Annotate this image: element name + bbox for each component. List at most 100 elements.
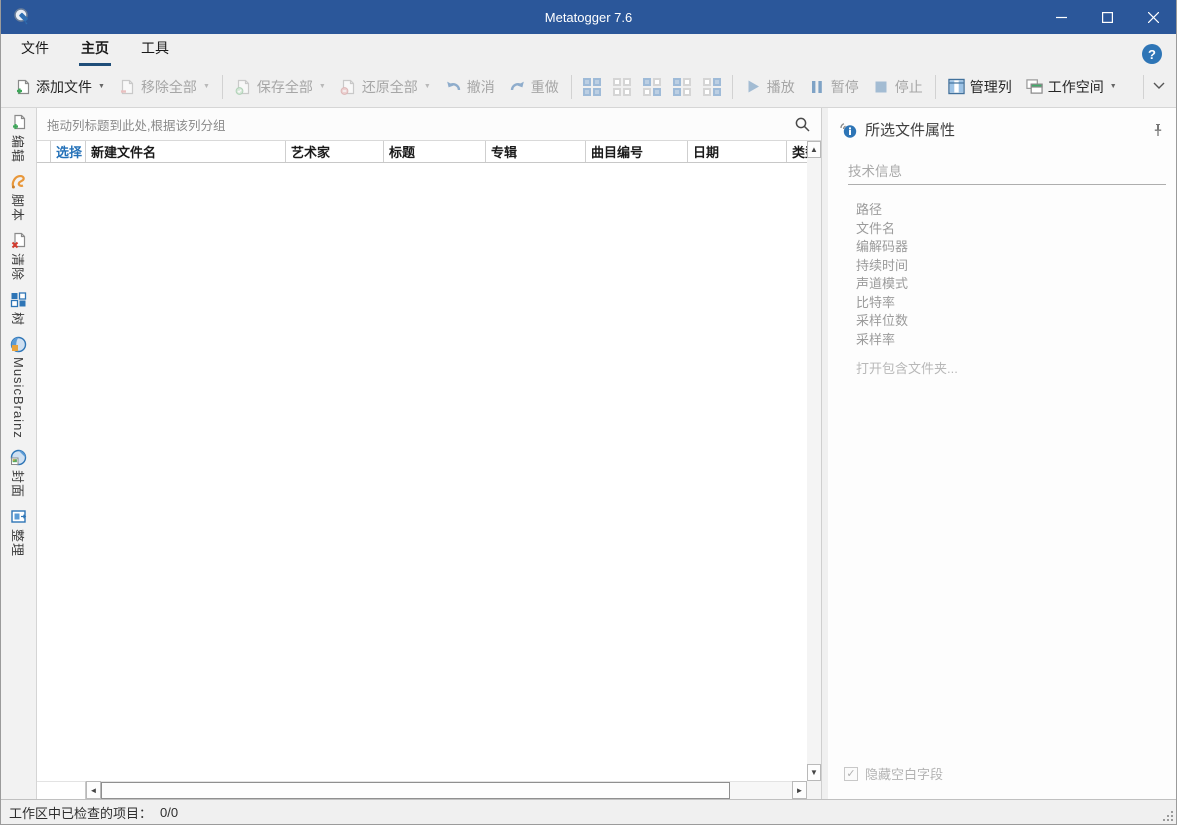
title-bar: Metatogger 7.6 [1, 0, 1176, 34]
horizontal-scroll-thumb[interactable] [101, 782, 730, 799]
help-button[interactable]: ? [1142, 44, 1162, 64]
select-left-column-icon [672, 77, 691, 96]
group-by-drop-zone[interactable]: 拖动列标题到此处,根据该列分组 [37, 108, 821, 141]
horizontal-scroll-track[interactable] [101, 781, 792, 799]
field-sample-rate: 采样率 [856, 331, 896, 347]
remove-all-button[interactable]: 移除全部 ▼ [112, 72, 217, 102]
sidebar-item-clean[interactable]: 清除 [9, 232, 28, 281]
sidebar-item-tree[interactable]: 树 [9, 291, 28, 326]
technical-info-fields: 路径 文件名 编解码器 持续时间 声道模式 比特率 采样位数 采样率 [856, 201, 1166, 349]
selected-file-properties-panel: 所选文件属性 技术信息 路径 文件名 编解码器 持续时间 声道模式 比特率 采样… [828, 108, 1176, 799]
sidebar-item-musicbrainz[interactable]: MusicBrainz [10, 336, 27, 439]
column-header-type[interactable]: 类型 [787, 141, 807, 162]
script-icon [11, 174, 25, 189]
open-containing-folder-link[interactable]: 打开包含文件夹... [856, 358, 1166, 377]
resize-grip[interactable] [1163, 811, 1173, 821]
minimize-button[interactable] [1038, 0, 1084, 34]
panel-splitter[interactable] [821, 108, 828, 799]
scroll-right-button[interactable]: ► [792, 781, 807, 799]
undo-button[interactable]: 撤消 [438, 72, 502, 102]
remove-file-icon [119, 78, 136, 95]
window-title: Metatogger 7.6 [544, 9, 633, 25]
field-codec: 编解码器 [856, 239, 909, 254]
hide-empty-fields-label: 隐藏空白字段 [865, 767, 944, 782]
ribbon-tab-strip: 文件 主页 工具 ? [1, 34, 1176, 66]
hide-empty-fields-checkbox[interactable]: ✓ [844, 766, 858, 781]
scroll-up-button[interactable]: ▲ [807, 141, 821, 158]
maximize-button[interactable] [1084, 0, 1130, 34]
manage-columns-button[interactable]: 管理列 [941, 72, 1019, 102]
column-header-new-filename[interactable]: 新建文件名 [86, 141, 286, 162]
pin-icon[interactable] [1152, 123, 1164, 137]
vertical-scroll-track[interactable] [807, 158, 821, 764]
sidebar-item-scripts[interactable]: 脚本 [9, 173, 28, 222]
dropdown-caret-icon: ▼ [318, 83, 326, 90]
organize-window-icon [11, 510, 27, 523]
musicbrainz-globe-icon [10, 336, 27, 353]
column-header-album[interactable]: 专辑 [486, 141, 586, 162]
column-header-title[interactable]: 标题 [384, 141, 486, 162]
file-list-body[interactable] [37, 163, 807, 781]
field-bitrate: 比特率 [856, 294, 896, 310]
sidebar-item-covers[interactable]: 封面 [9, 449, 28, 498]
select-none-button[interactable] [608, 74, 636, 100]
select-right-column-button[interactable] [698, 74, 726, 100]
select-all-button[interactable] [578, 74, 606, 100]
field-bit-depth: 采样位数 [856, 313, 909, 328]
invert-selection-button[interactable] [638, 74, 666, 100]
toolbar-separator [731, 74, 733, 99]
left-tab-strip: 编辑 脚本 清除 树 MusicBrainz 封面 整理 [1, 108, 37, 799]
tab-file[interactable]: 文件 [9, 32, 61, 66]
column-header-track-number[interactable]: 曲目编号 [586, 141, 688, 162]
scroll-left-button[interactable]: ◄ [86, 781, 101, 799]
tree-view-icon [10, 292, 27, 308]
select-left-column-button[interactable] [668, 74, 696, 100]
toolbar-separator [1143, 74, 1144, 99]
row-header-cell [37, 141, 51, 162]
restore-file-icon [340, 78, 357, 95]
scroll-down-button[interactable]: ▼ [807, 764, 821, 781]
toolbar-separator [570, 74, 572, 99]
checked-items-label: 工作区中已检查的项目： [9, 805, 153, 821]
manage-columns-icon [948, 78, 965, 95]
column-header-date[interactable]: 日期 [688, 141, 787, 162]
undo-icon [445, 78, 462, 95]
sidebar-item-organize[interactable]: 整理 [9, 508, 28, 557]
field-channel-mode: 声道模式 [856, 276, 909, 291]
horizontal-scrollbar[interactable]: ◄ ► [37, 781, 821, 799]
search-icon[interactable] [794, 116, 811, 133]
collapse-ribbon-button[interactable] [1152, 78, 1166, 96]
file-properties-icon [840, 122, 857, 138]
column-header-select[interactable]: 选择 [51, 141, 86, 162]
add-file-icon [14, 78, 31, 95]
toolbar: 添加文件 ▼ 移除全部 ▼ 保存全部 ▼ 还原全部 ▼ 撤消 重做 播放 暂停 … [1, 66, 1176, 108]
toolbar-separator [221, 74, 223, 99]
sidebar-item-edit[interactable]: 编辑 [9, 114, 28, 163]
pause-button[interactable]: 暂停 [802, 72, 866, 102]
edit-document-icon [12, 114, 25, 130]
select-right-column-icon [702, 77, 721, 96]
technical-info-section-header: 技术信息 [848, 160, 1166, 185]
stop-button[interactable]: 停止 [866, 72, 930, 102]
table-header-row: 选择 新建文件名 艺术家 标题 专辑 曲目编号 日期 类型 [37, 141, 807, 163]
frozen-column-box [37, 781, 86, 799]
restore-all-button[interactable]: 还原全部 ▼ [333, 72, 438, 102]
covers-globe-icon [10, 449, 27, 466]
column-header-artist[interactable]: 艺术家 [286, 141, 384, 162]
vertical-scrollbar[interactable]: ▲ ▼ [807, 141, 821, 781]
save-all-button[interactable]: 保存全部 ▼ [228, 72, 333, 102]
checked-items-count: 0/0 [160, 804, 179, 820]
tab-tools[interactable]: 工具 [129, 32, 181, 66]
file-list-area: 拖动列标题到此处,根据该列分组 选择 新建文件名 艺术家 标题 专辑 曲目编号 … [37, 108, 821, 799]
redo-button[interactable]: 重做 [502, 72, 566, 102]
tab-home[interactable]: 主页 [69, 32, 121, 66]
add-files-button[interactable]: 添加文件 ▼ [7, 72, 112, 102]
toolbar-separator [934, 74, 936, 99]
play-button[interactable]: 播放 [738, 72, 802, 102]
dropdown-caret-icon[interactable]: ▼ [98, 83, 105, 90]
metatogger-window: Metatogger 7.6 文件 主页 工具 ? 添加文件 ▼ 移除全部 ▼ … [0, 0, 1177, 825]
dropdown-caret-icon[interactable]: ▼ [1110, 83, 1117, 90]
close-button[interactable] [1130, 0, 1176, 34]
workspace-button[interactable]: 工作空间 ▼ [1019, 72, 1124, 102]
properties-panel-title: 所选文件属性 [865, 122, 956, 139]
